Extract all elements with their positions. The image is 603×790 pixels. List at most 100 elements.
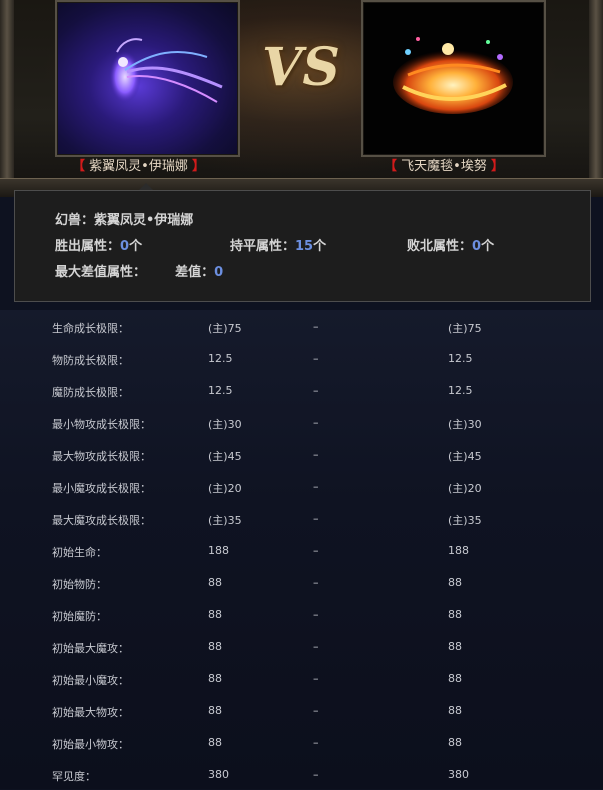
comparison-summary-panel: 幻兽：紫翼凤灵•伊瑞娜 胜出属性：0个 持平属性：15个 败北属性：0个 最大差… [14, 190, 591, 302]
right-pet-name[interactable]: 【 飞天魔毯•埃努 】 [384, 157, 504, 177]
table-row: 生命成长极限： (主)75 – (主)75 [0, 310, 603, 342]
right-value: 88 [448, 672, 462, 685]
lose-label: 败北属性： [407, 239, 473, 254]
stat-label: 最小物攻成长极限： [52, 418, 151, 431]
compare-dash: – [313, 544, 319, 557]
max-diff-line: 最大差值属性： 差值：0 [55, 261, 223, 280]
compare-dash: – [313, 608, 319, 621]
table-row: 初始最小魔攻： 88 – 88 [0, 662, 603, 694]
right-value: (主)35 [448, 514, 482, 527]
win-label: 胜出属性： [55, 239, 121, 254]
left-value: 188 [208, 544, 229, 557]
compare-dash: – [313, 384, 319, 397]
compare-dash: – [313, 416, 319, 429]
draw-label: 持平属性： [230, 239, 296, 254]
right-value: (主)75 [448, 322, 482, 335]
compare-dash: – [313, 704, 319, 717]
right-value: 88 [448, 576, 462, 589]
compare-dash: – [313, 512, 319, 525]
bracket-open: 【 [72, 159, 86, 174]
table-row: 初始魔防： 88 – 88 [0, 598, 603, 630]
stat-label: 初始最大魔攻： [52, 642, 129, 655]
bracket-close: 】 [490, 159, 504, 174]
table-row: 最大物攻成长极限： (主)45 – (主)45 [0, 438, 603, 470]
stat-label: 初始最大物攻： [52, 706, 129, 719]
right-value: 88 [448, 736, 462, 749]
compare-dash: – [313, 352, 319, 365]
table-row: 最小物攻成长极限： (主)30 – (主)30 [0, 406, 603, 438]
right-value: (主)45 [448, 450, 482, 463]
left-value: 88 [208, 608, 222, 621]
compare-dash: – [313, 576, 319, 589]
compare-dash: – [313, 672, 319, 685]
right-value: (主)20 [448, 482, 482, 495]
stat-label: 初始生命： [52, 546, 107, 559]
left-pet-portrait[interactable] [55, 0, 240, 157]
table-row: 初始最小物攻： 88 – 88 [0, 726, 603, 758]
right-value: 380 [448, 768, 469, 781]
table-row: 最小魔攻成长极限： (主)20 – (主)20 [0, 470, 603, 502]
stat-label: 魔防成长极限： [52, 386, 129, 399]
lose-count: 败北属性：0个 [407, 235, 494, 254]
right-value: 88 [448, 608, 462, 621]
right-value: 12.5 [448, 384, 473, 397]
compare-dash: – [313, 640, 319, 653]
stats-comparison-table: 生命成长极限： (主)75 – (主)75 物防成长极限： 12.5 – 12.… [0, 310, 603, 789]
compare-dash: – [313, 480, 319, 493]
draw-count: 持平属性：15个 [230, 235, 326, 254]
unit: 个 [313, 239, 327, 254]
stat-label: 罕见度： [52, 770, 96, 783]
win-value: 0 [120, 239, 130, 254]
stat-label: 初始最小物攻： [52, 738, 129, 751]
diff-value: 0 [214, 265, 224, 280]
left-value: (主)45 [208, 450, 242, 463]
vs-label: VS [262, 37, 340, 98]
left-value: 12.5 [208, 384, 233, 397]
right-value: 188 [448, 544, 469, 557]
unit: 个 [129, 239, 143, 254]
left-pet-name-text: 紫翼凤灵•伊瑞娜 [89, 159, 188, 174]
bracket-close: 】 [191, 159, 205, 174]
comparison-header: VS 【 紫翼凤灵•伊瑞娜 】 【 飞天魔毯•埃努 】 [0, 0, 603, 197]
right-value: 12.5 [448, 352, 473, 365]
bracket-open: 【 [384, 159, 398, 174]
right-value: 88 [448, 640, 462, 653]
stat-label: 初始最小魔攻： [52, 674, 129, 687]
compare-dash: – [313, 448, 319, 461]
right-value: 88 [448, 704, 462, 717]
stat-label: 初始魔防： [52, 610, 107, 623]
left-value: 88 [208, 704, 222, 717]
diff-label: 差值： [175, 265, 215, 280]
right-pet-name-text: 飞天魔毯•埃努 [401, 159, 487, 174]
left-value: 88 [208, 640, 222, 653]
left-value: (主)30 [208, 418, 242, 431]
pet-name-line: 幻兽：紫翼凤灵•伊瑞娜 [55, 213, 194, 228]
flying-carpet-creature-icon [393, 37, 513, 114]
left-value: 88 [208, 672, 222, 685]
stat-label: 最大物攻成长极限： [52, 450, 151, 463]
stat-label: 生命成长极限： [52, 322, 129, 335]
stat-label: 最大魔攻成长极限： [52, 514, 151, 527]
frame-left-border [0, 0, 14, 195]
table-row: 魔防成长极限： 12.5 – 12.5 [0, 374, 603, 406]
phoenix-creature-icon [109, 38, 223, 103]
table-row: 最大魔攻成长极限： (主)35 – (主)35 [0, 502, 603, 534]
left-pet-name[interactable]: 【 紫翼凤灵•伊瑞娜 】 [72, 157, 205, 177]
left-value: 88 [208, 576, 222, 589]
table-row: 初始最大物攻： 88 – 88 [0, 694, 603, 726]
table-row: 罕见度： 380 – 380 [0, 758, 603, 790]
table-row: 初始最大魔攻： 88 – 88 [0, 630, 603, 662]
left-value: (主)35 [208, 514, 242, 527]
left-value: 88 [208, 736, 222, 749]
right-pet-portrait[interactable] [361, 0, 546, 157]
stat-label: 物防成长极限： [52, 354, 129, 367]
compare-dash: – [313, 768, 319, 781]
right-value: (主)30 [448, 418, 482, 431]
compare-dash: – [313, 736, 319, 749]
lose-value: 0 [472, 239, 482, 254]
win-count: 胜出属性：0个 [55, 235, 142, 254]
table-row: 初始生命： 188 – 188 [0, 534, 603, 566]
frame-right-border [589, 0, 603, 195]
table-row: 初始物防： 88 – 88 [0, 566, 603, 598]
left-value: 380 [208, 768, 229, 781]
